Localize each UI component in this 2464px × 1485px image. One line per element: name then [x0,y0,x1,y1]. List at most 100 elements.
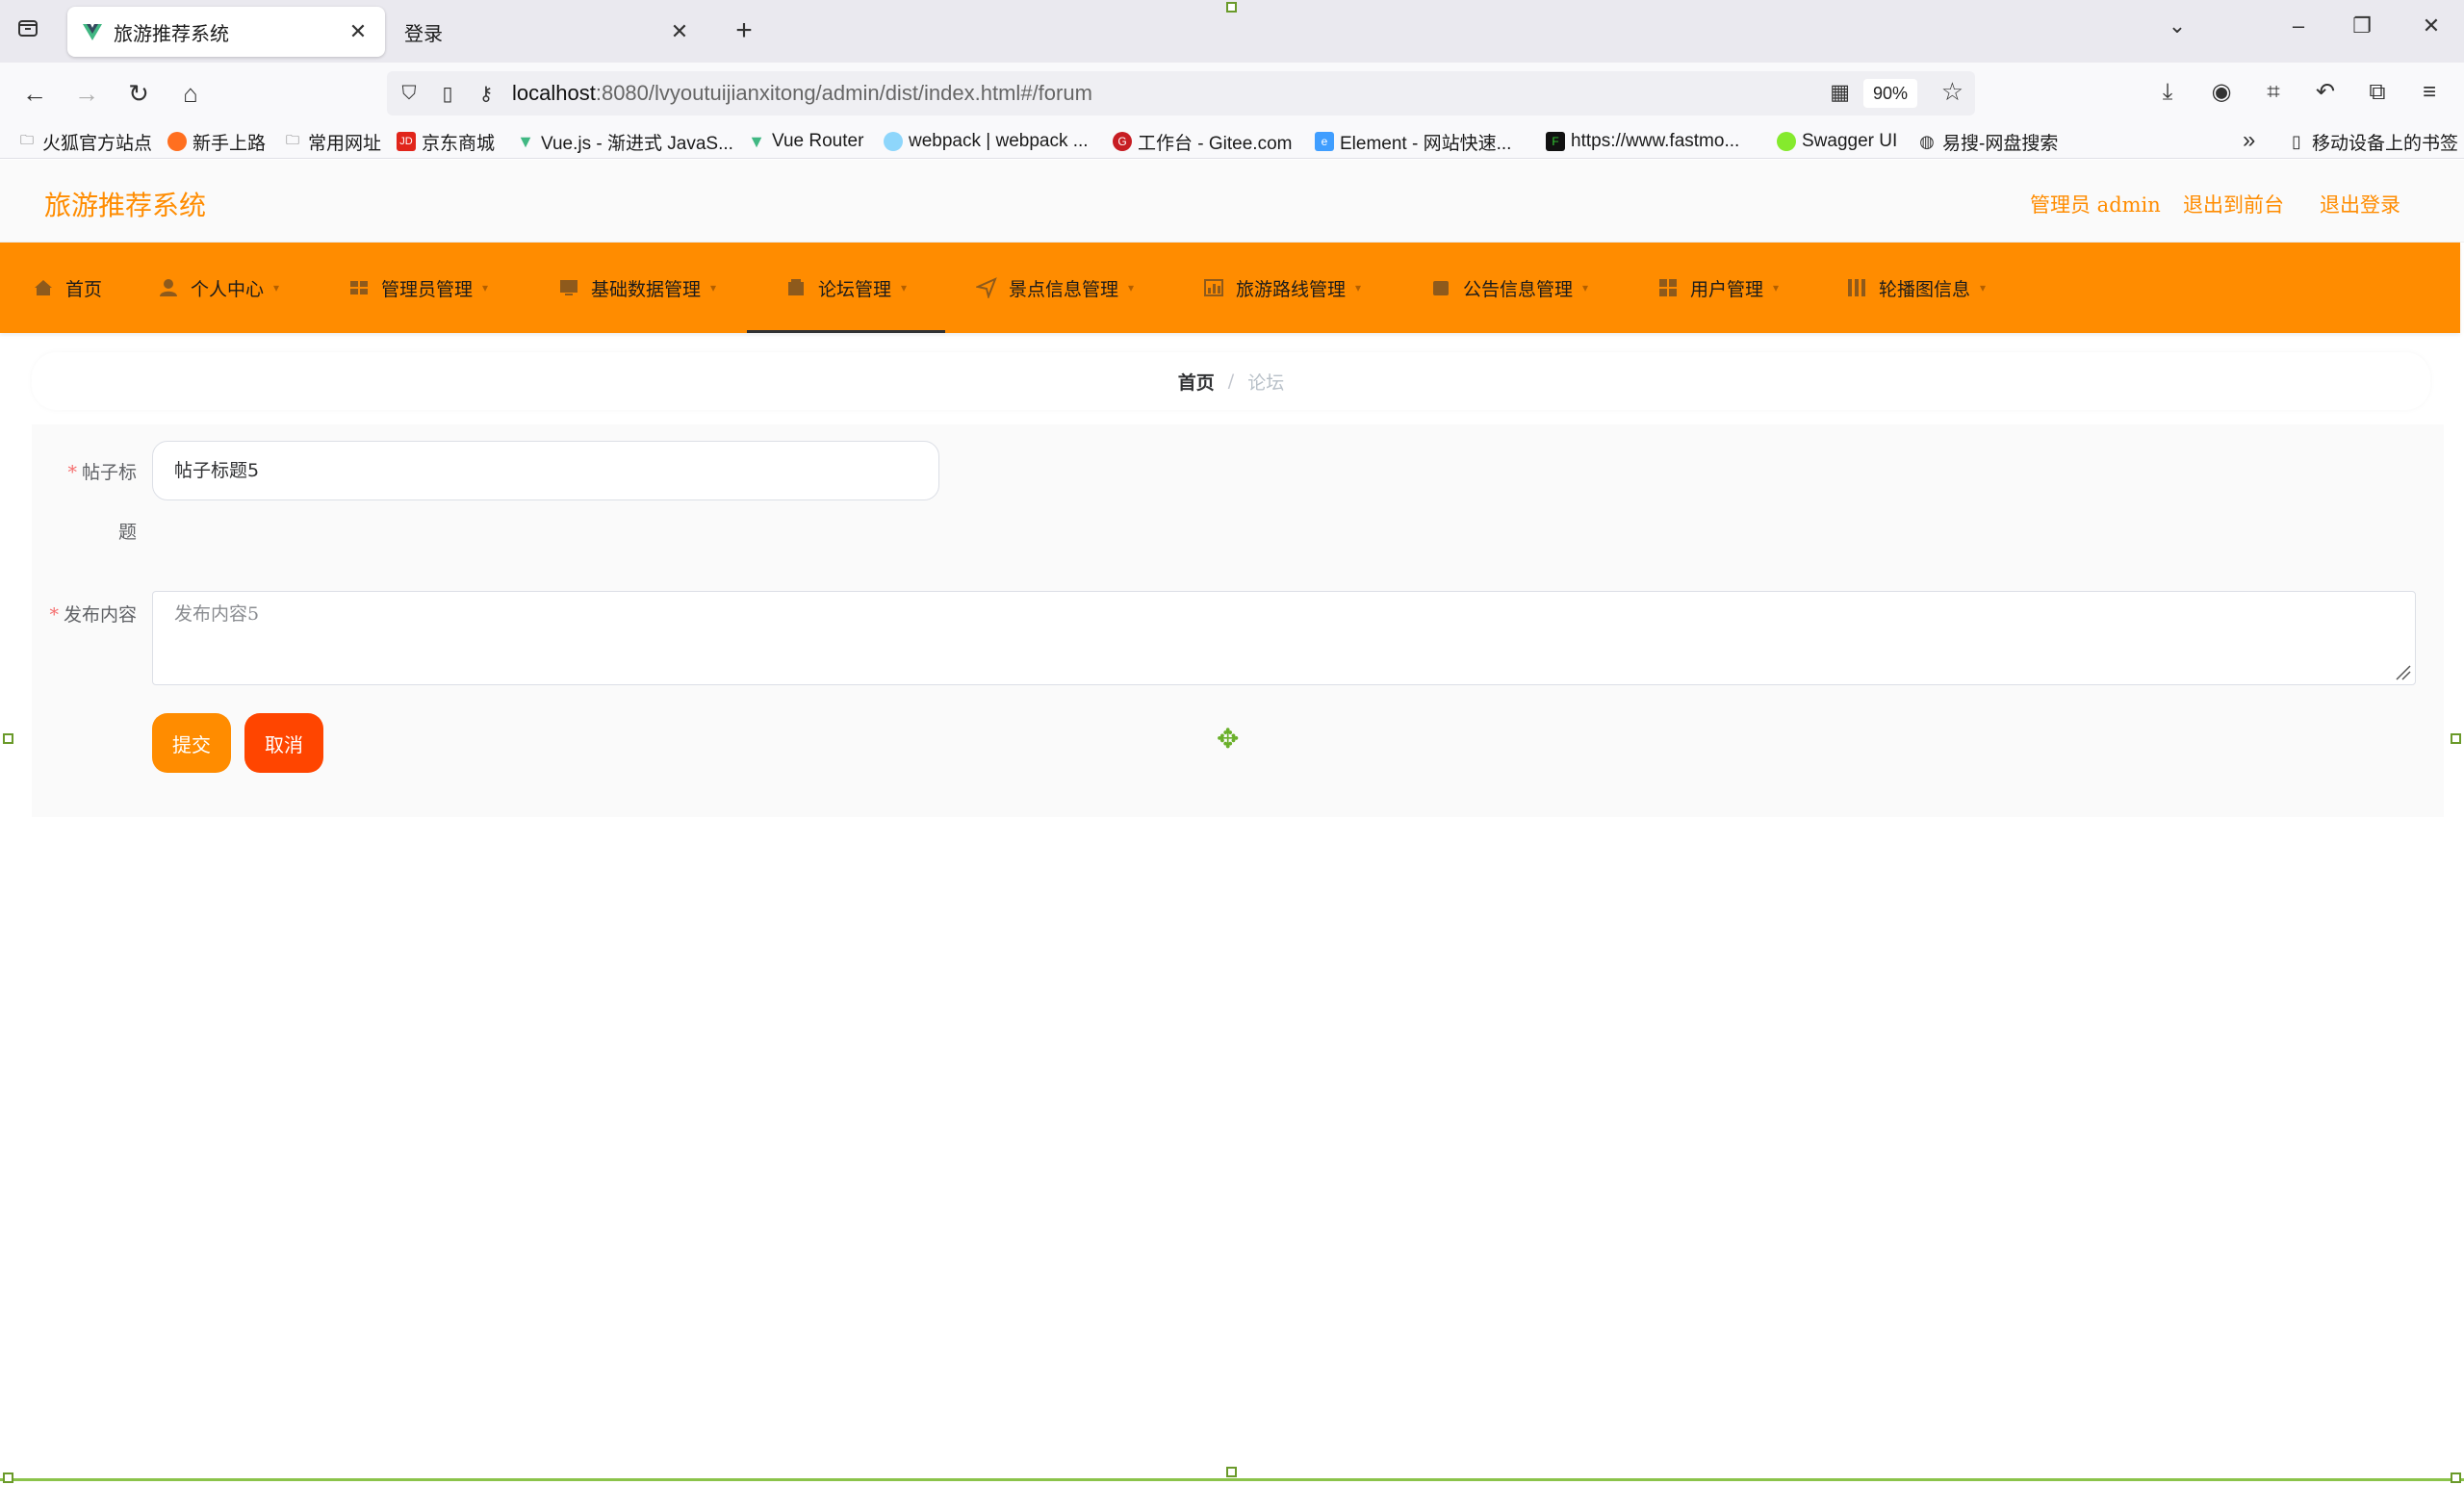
globe-icon: ◍ [1919,131,1935,151]
close-window-icon[interactable]: ✕ [2414,13,2449,38]
menu-item-routes[interactable]: 旅游路线管理 ▾ [1203,243,1361,333]
menu-item-forum[interactable]: 论坛管理 ▾ [746,243,946,333]
new-tab-icon[interactable]: + [727,14,761,47]
url-text[interactable]: localhost:8080/lvyoutuijianxitong/admin/… [512,81,1092,106]
mobile-icon: ▯ [2292,131,2301,151]
menu-item-basic-data[interactable]: 基础数据管理 ▾ [558,243,716,333]
selection-handle[interactable] [3,1472,13,1483]
download-icon[interactable]: ⤓ [2150,75,2185,110]
notice-icon [1433,281,1449,295]
bookmark-item[interactable]: webpack | webpack ... [884,128,1089,155]
home-icon[interactable]: ⌂ [173,76,208,111]
tab-list-icon[interactable] [13,17,42,46]
chevron-down-icon: ▾ [1582,281,1589,294]
admin-icon [350,281,368,294]
menu-icon[interactable]: ≡ [2412,75,2447,110]
swagger-icon [1777,132,1796,151]
bookmark-item[interactable]: Swagger UI [1777,128,1897,155]
mobile-bookmarks[interactable]: ▯ 移动设备上的书签 [2287,128,2458,155]
submit-button[interactable]: 提交 [152,713,231,773]
menu-item-notices[interactable]: 公告信息管理 ▾ [1430,243,1588,333]
zoom-level[interactable]: 90% [1862,79,1917,108]
bookmark-item[interactable]: ◍ 易搜-网盘搜索 [1917,128,2058,155]
shield-icon[interactable]: ⛉ [393,83,425,105]
minimize-icon[interactable]: – [2281,13,2316,38]
chevron-down-icon: ▾ [482,281,489,294]
tab-title: 旅游推荐系统 [114,23,229,45]
vue-favicon-icon [83,24,102,40]
forum-icon [788,279,804,295]
vue-icon: ▼ [517,131,534,151]
reload-icon[interactable]: ↻ [121,76,156,111]
gitee-icon: G [1113,132,1132,151]
resize-handle-icon[interactable] [2393,662,2412,681]
firefox-icon [167,132,187,151]
bookmark-item[interactable]: e Element - 网站快速... [1315,128,1511,155]
tab-active[interactable]: 旅游推荐系统 ✕ [67,7,385,57]
title-label: * 帖子标 [67,462,137,483]
current-user[interactable]: 管理员 admin [2030,190,2161,218]
restore-icon[interactable]: ❐ [2345,13,2379,38]
forward-icon[interactable]: → [69,76,104,111]
bookmark-item[interactable]: 新手上路 [167,128,266,155]
address-bar[interactable]: ⛉ ▯ ⚷ localhost:8080/lvyoutuijianxitong/… [387,71,1975,115]
post-title-input[interactable]: 帖子标题5 [152,441,939,500]
screenshot-icon[interactable]: ⌗ [2256,75,2291,110]
browser-nav-bar: ← → ↻ ⌂ ⛉ ▯ ⚷ localhost:8080/lvyoutuijia… [0,63,2464,124]
selection-handle[interactable] [3,733,13,744]
menu-item-carousel[interactable]: 轮播图信息 ▾ [1846,243,1986,333]
bookmark-star-icon[interactable]: ☆ [1941,77,1964,107]
bookmark-item[interactable]: JD 京东商城 [397,128,495,155]
user-icon [160,279,177,296]
tab-close-icon[interactable]: ✕ [668,19,691,44]
logout-link[interactable]: 退出登录 [2320,190,2400,218]
cancel-button[interactable]: 取消 [244,713,323,773]
jd-icon: JD [397,132,416,151]
app-title: 旅游推荐系统 [44,190,207,221]
webpack-icon [884,132,903,151]
tab-inactive[interactable]: 登录 ✕ [389,7,706,57]
folder-icon: 🗀 [20,132,34,147]
key-icon[interactable]: ⚷ [470,82,502,106]
more-bookmarks-icon[interactable]: » [2243,127,2255,154]
chart-icon [1204,279,1223,296]
bookmark-item[interactable]: ▼ Vue Router [747,128,863,155]
selection-handle[interactable] [2451,1472,2461,1483]
menu-item-scenic[interactable]: 景点信息管理 ▾ [976,243,1134,333]
move-cursor-icon: ✥ [1217,724,1240,754]
bookmark-item[interactable]: Fhttps://www.fastmo... [1546,128,1739,155]
menu-item-profile[interactable]: 个人中心 ▾ [158,243,279,333]
bookmark-item[interactable]: 🗀 火狐官方站点 [17,128,152,155]
chevron-down-icon: ▾ [1773,281,1780,294]
columns-icon [1848,279,1865,296]
selection-handle[interactable] [2451,733,2461,744]
selection-handle[interactable] [1226,2,1237,13]
breadcrumb-separator: / [1227,371,1235,392]
selection-border [0,1478,2464,1481]
grid-icon [1659,279,1677,296]
breadcrumb-home[interactable]: 首页 [1178,369,1215,395]
chevron-down-icon: ▾ [1355,281,1362,294]
chevron-down-icon: ▾ [901,281,908,294]
undo-icon[interactable]: ↶ [2308,75,2343,110]
back-icon[interactable]: ← [17,76,52,111]
post-content-textarea[interactable]: 发布内容5 [152,591,2416,685]
selection-handle[interactable] [1226,1467,1237,1477]
tab-close-icon[interactable]: ✕ [346,19,370,44]
exit-to-front-link[interactable]: 退出到前台 [2183,190,2284,218]
element-icon: e [1315,132,1334,151]
account-icon[interactable]: ◉ [2204,75,2239,110]
qr-code-icon[interactable]: ▦ [1830,80,1850,105]
menu-item-admins[interactable]: 管理员管理 ▾ [348,243,488,333]
vue-icon: ▼ [748,131,765,151]
extensions-icon[interactable]: ⧉ [2360,75,2395,110]
bookmark-item[interactable]: 🗀 常用网址 [283,128,381,155]
chevron-down-icon: ▾ [1128,281,1135,294]
fastmock-icon: F [1546,132,1565,151]
chevron-down-icon[interactable]: ⌄ [2160,13,2194,38]
menu-item-home[interactable]: 首页 [33,243,102,333]
chevron-down-icon: ▾ [273,281,280,294]
bookmark-item[interactable]: G 工作台 - Gitee.com [1113,128,1292,155]
bookmark-item[interactable]: ▼ Vue.js - 渐进式 JavaS... [516,128,733,155]
menu-item-users[interactable]: 用户管理 ▾ [1657,243,1779,333]
